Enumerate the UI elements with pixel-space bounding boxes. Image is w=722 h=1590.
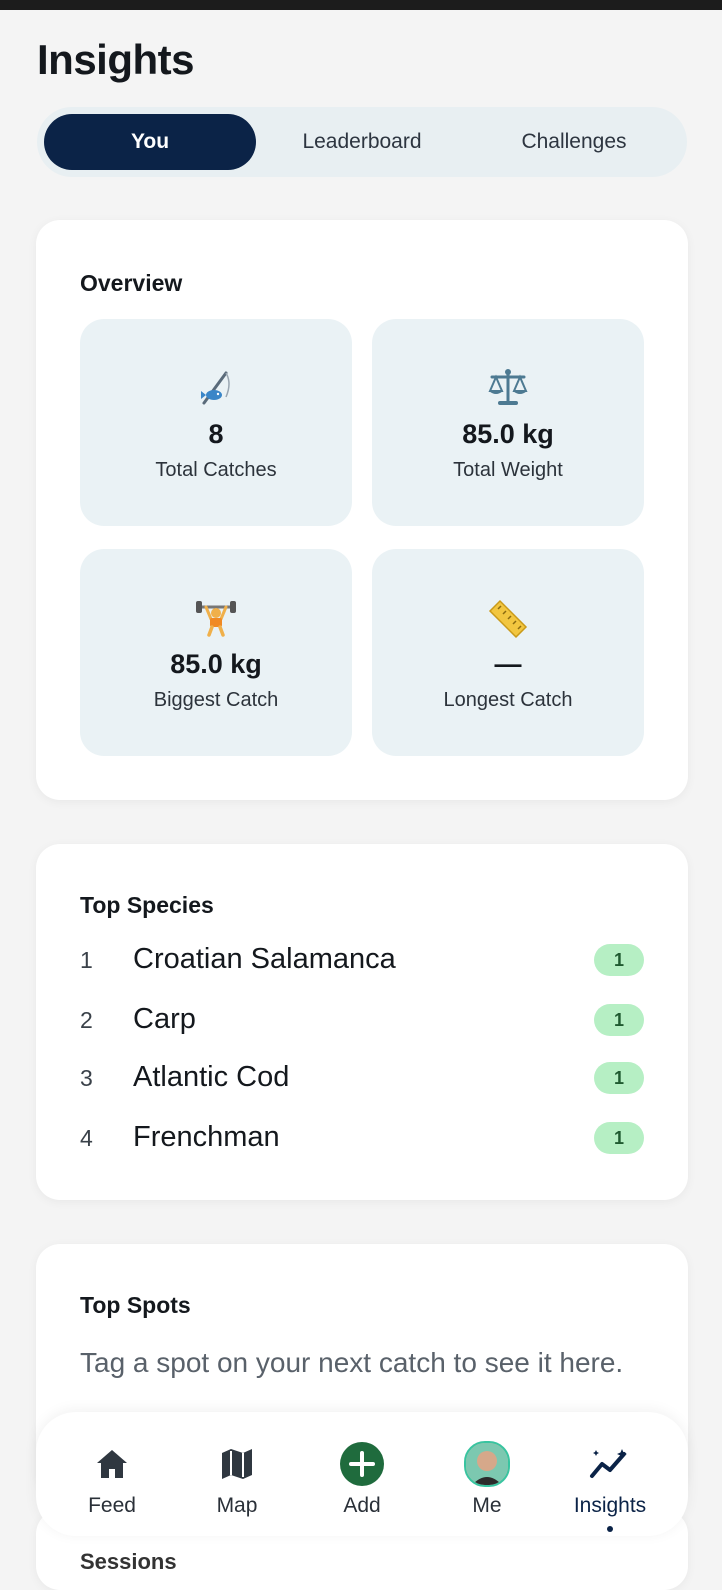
stat-biggest-catch: 85.0 kg Biggest Catch (80, 549, 352, 756)
nav-map-label: Map (216, 1494, 258, 1517)
species-rank: 1 (80, 947, 93, 973)
nav-feed[interactable]: Feed (47, 1412, 177, 1536)
species-row[interactable]: 1 Croatian Salamanca 1 (80, 941, 644, 981)
longest-catch-label: Longest Catch (443, 689, 573, 711)
species-rank: 2 (80, 1007, 93, 1033)
map-icon (172, 1442, 302, 1486)
bottom-nav: Feed Map Add Me Insights (36, 1412, 688, 1536)
nav-me[interactable]: Me (422, 1412, 552, 1536)
biggest-catch-value: 85.0 kg (170, 649, 262, 679)
species-row[interactable]: 2 Carp 1 (80, 1001, 644, 1041)
species-rank: 4 (80, 1125, 93, 1151)
overview-title: Overview (80, 270, 183, 296)
nav-insights-label: Insights (573, 1494, 647, 1517)
top-species-title: Top Species (80, 892, 214, 918)
species-count-badge: 1 (594, 1062, 644, 1094)
total-weight-value: 85.0 kg (462, 419, 554, 449)
top-spots-empty-text: Tag a spot on your next catch to see it … (80, 1347, 624, 1378)
ruler-icon (372, 597, 644, 639)
nav-feed-label: Feed (88, 1494, 136, 1517)
stat-longest-catch: — Longest Catch (372, 549, 644, 756)
page-title: Insights (37, 36, 195, 83)
species-rank: 3 (80, 1065, 93, 1091)
status-bar (0, 0, 722, 10)
tab-leaderboard[interactable]: Leaderboard (256, 114, 468, 170)
tab-you[interactable]: You (44, 114, 256, 170)
species-name: Atlantic Cod (133, 1061, 290, 1093)
species-name: Croatian Salamanca (133, 943, 396, 975)
insights-tab-switcher: You Leaderboard Challenges (37, 107, 687, 177)
species-count-badge: 1 (594, 1004, 644, 1036)
species-row[interactable]: 4 Frenchman 1 (80, 1119, 644, 1159)
add-icon (297, 1442, 427, 1486)
species-count-badge: 1 (594, 944, 644, 976)
home-icon (47, 1442, 177, 1486)
biggest-catch-label: Biggest Catch (153, 689, 279, 711)
stat-total-catches: 8 Total Catches (80, 319, 352, 526)
top-species-card: Top Species 1 Croatian Salamanca 1 2 Car… (36, 844, 688, 1200)
overview-card: Overview 8 Total Catches 85.0 kg Total W… (36, 220, 688, 800)
species-name: Carp (133, 1003, 196, 1035)
insights-icon (545, 1442, 675, 1486)
weightlifter-icon (80, 597, 352, 637)
total-catches-label: Total Catches (155, 459, 277, 481)
species-name: Frenchman (133, 1121, 280, 1153)
species-count-badge: 1 (594, 1122, 644, 1154)
nav-insights[interactable]: Insights (545, 1412, 675, 1536)
active-indicator-dot (607, 1526, 613, 1532)
tab-challenges[interactable]: Challenges (468, 114, 680, 170)
fishing-rod-icon (80, 367, 352, 407)
total-catches-value: 8 (208, 419, 224, 449)
sessions-title: Sessions (80, 1549, 177, 1574)
nav-add-label: Add (343, 1494, 381, 1517)
nav-map[interactable]: Map (172, 1412, 302, 1536)
total-weight-label: Total Weight (453, 459, 563, 481)
scales-icon (372, 367, 644, 407)
nav-me-label: Me (472, 1494, 502, 1517)
longest-catch-value: — (494, 649, 522, 679)
nav-add[interactable]: Add (297, 1412, 427, 1536)
avatar (464, 1441, 510, 1487)
species-row[interactable]: 3 Atlantic Cod 1 (80, 1059, 644, 1099)
top-spots-title: Top Spots (80, 1292, 191, 1318)
stat-total-weight: 85.0 kg Total Weight (372, 319, 644, 526)
